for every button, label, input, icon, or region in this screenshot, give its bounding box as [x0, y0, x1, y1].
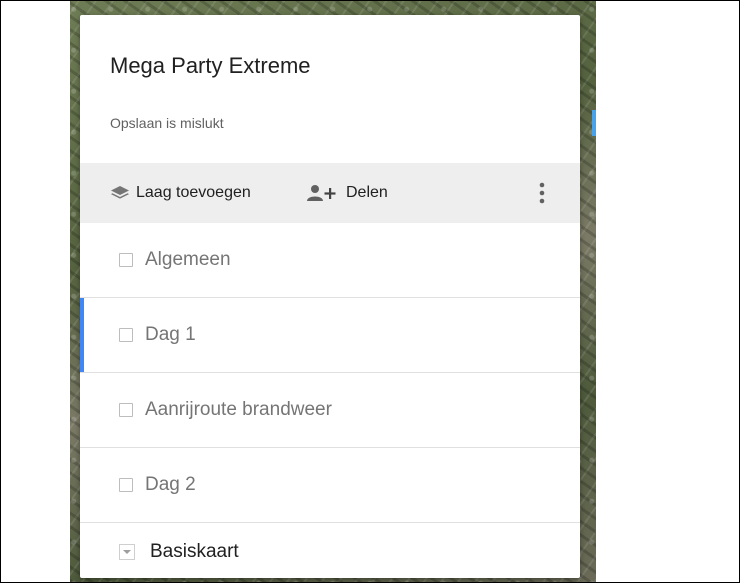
layer-label: Dag 2 [145, 474, 196, 495]
more-vert-icon [539, 182, 545, 204]
more-options-button[interactable] [534, 163, 550, 223]
map-marker-accent [592, 110, 596, 136]
layer-checkbox[interactable] [119, 328, 133, 342]
save-status: Opslaan is mislukt [110, 115, 224, 131]
base-map-row[interactable]: Basiskaart [80, 525, 580, 578]
layer-label: Dag 1 [145, 324, 196, 345]
layer-item-dag-1[interactable]: Dag 1 [80, 298, 580, 373]
base-map-label: Basiskaart [150, 540, 239, 562]
layer-item-aanrijroute-brandweer[interactable]: Aanrijroute brandweer [80, 373, 580, 448]
layers-icon [110, 185, 130, 201]
add-layer-label: Laag toevoegen [136, 184, 251, 201]
layer-checkbox[interactable] [119, 403, 133, 417]
map-legend-panel: Mega Party Extreme Opslaan is mislukt La… [80, 15, 580, 578]
share-label: Delen [346, 184, 388, 201]
layer-label: Aanrijroute brandweer [145, 399, 332, 420]
layer-checkbox[interactable] [119, 478, 133, 492]
chevron-down-icon[interactable] [119, 543, 135, 560]
add-person-icon [306, 184, 340, 202]
add-layer-button[interactable]: Laag toevoegen [110, 163, 251, 223]
layer-item-dag-2[interactable]: Dag 2 [80, 448, 580, 523]
legend-toolbar: Laag toevoegen Delen [80, 163, 580, 223]
share-button[interactable]: Delen [306, 163, 388, 223]
layer-item-algemeen[interactable]: Algemeen [80, 223, 580, 298]
layer-label: Algemeen [145, 249, 231, 270]
map-title[interactable]: Mega Party Extreme [110, 53, 311, 79]
layer-checkbox[interactable] [119, 253, 133, 267]
